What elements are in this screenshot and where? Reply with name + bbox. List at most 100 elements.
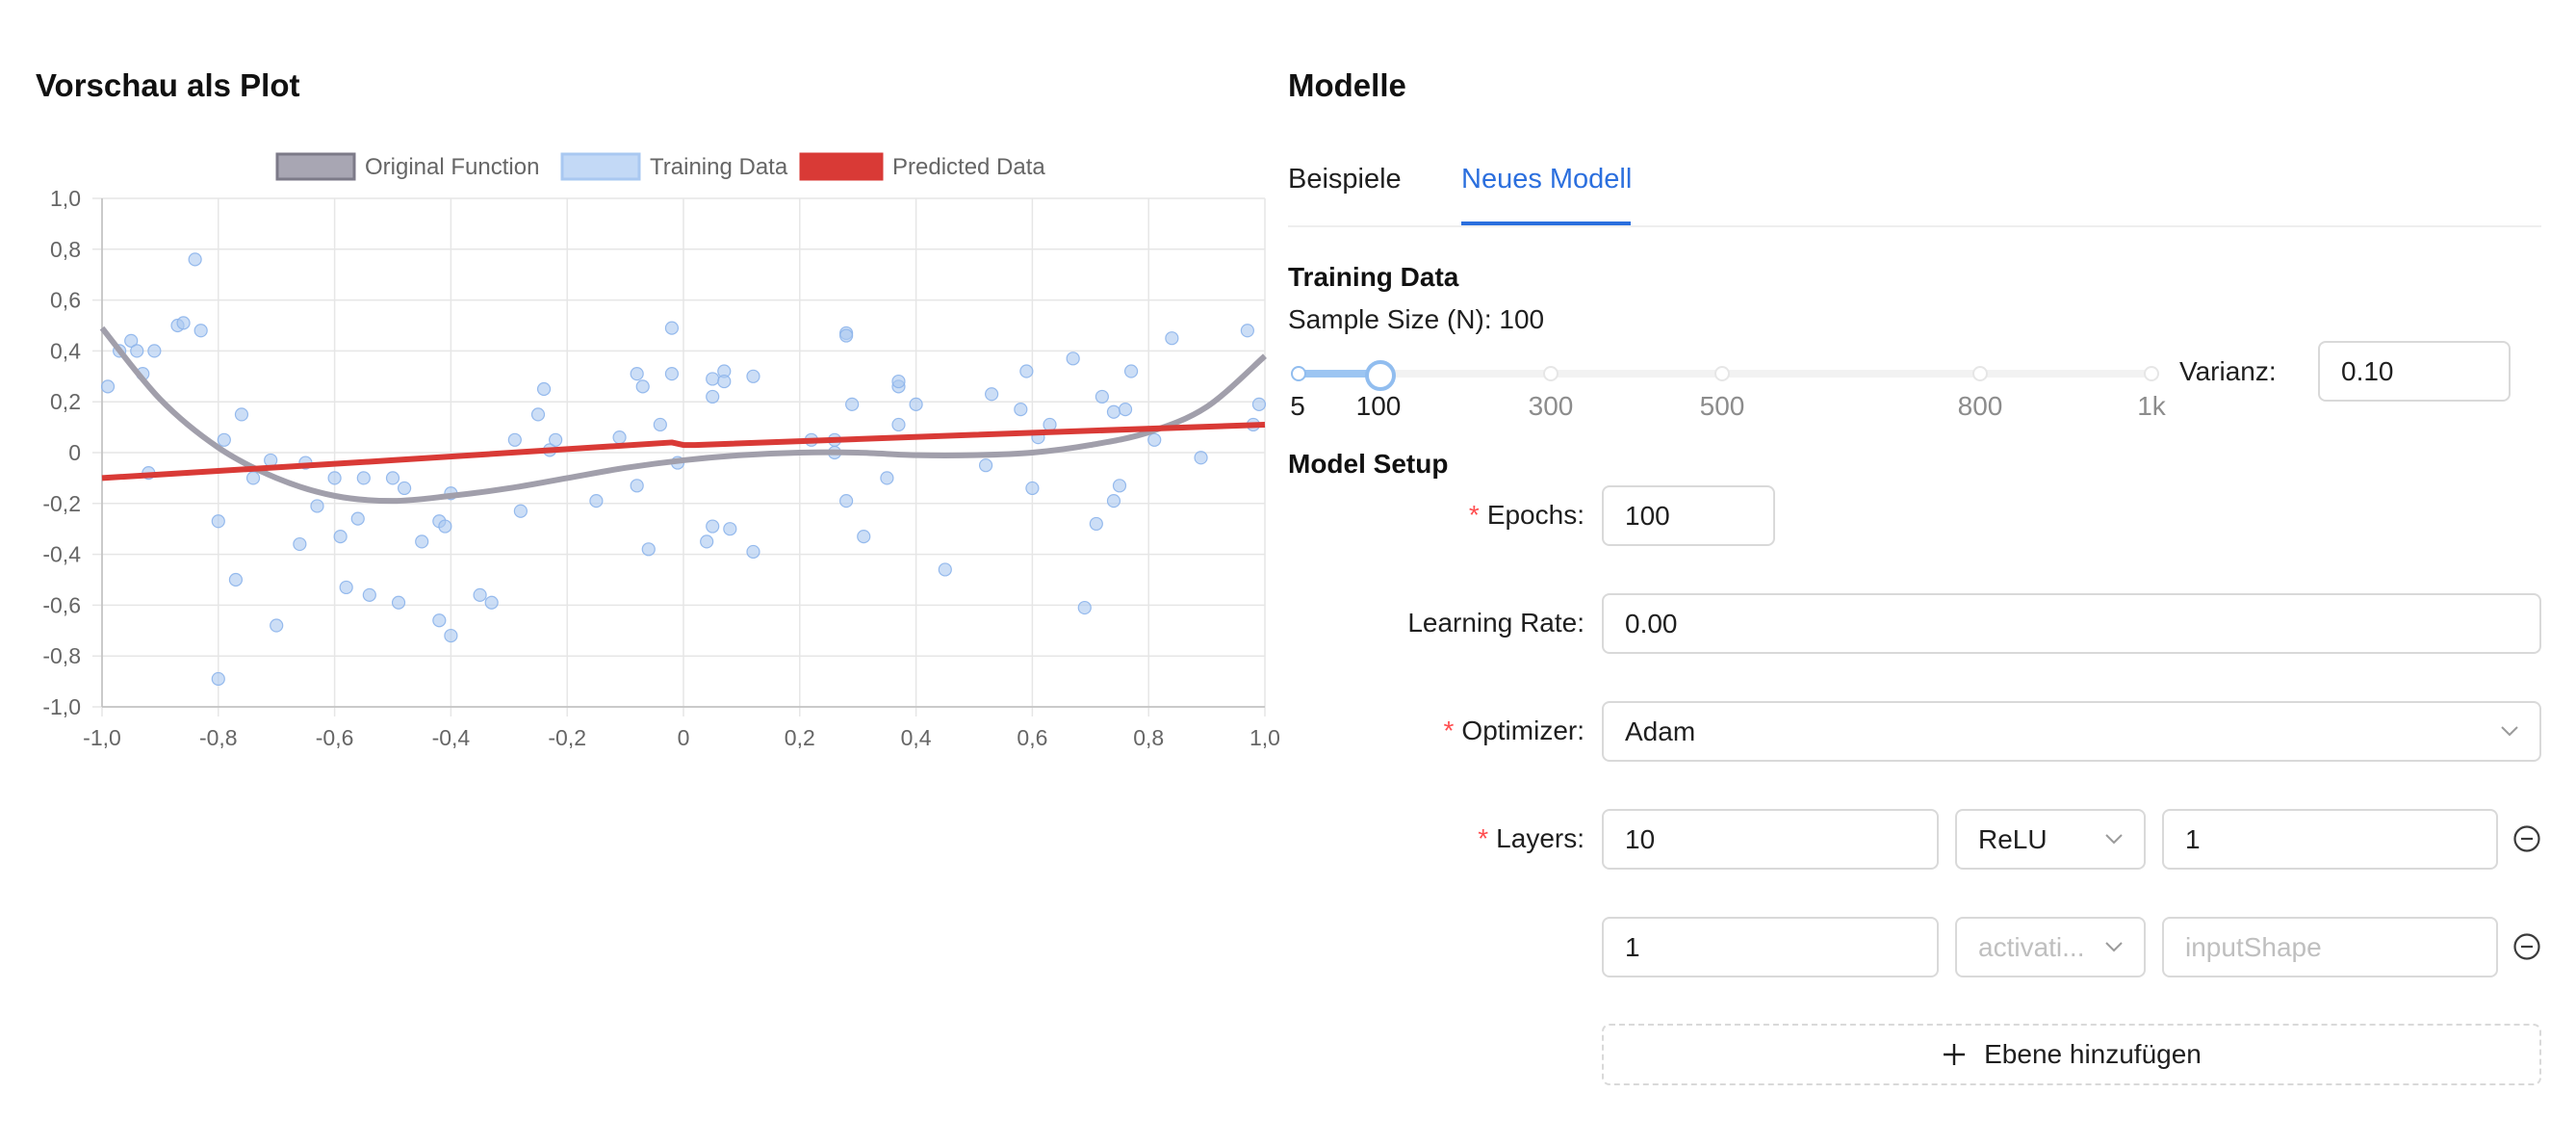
layers-label: * Layers: <box>1478 823 1584 853</box>
varianz-input[interactable] <box>2318 341 2511 402</box>
slider-mark-1k[interactable]: 1k <box>2137 391 2166 422</box>
slider-mark-300[interactable]: 300 <box>1529 391 1574 422</box>
add-layer-label: Ebene hinzufügen <box>1984 1039 2202 1069</box>
training-data-point <box>310 499 324 513</box>
slider-mark-500[interactable]: 500 <box>1700 391 1745 422</box>
model-setup-heading: Model Setup <box>1288 449 1449 479</box>
training-data-point <box>664 367 680 381</box>
slider-dot-800[interactable] <box>1972 366 1988 381</box>
training-data-point <box>653 417 667 432</box>
training-data-point <box>1095 389 1109 404</box>
models-title: Modelle <box>1288 67 1406 103</box>
x-tick-label: -0,4 <box>432 725 471 750</box>
minus-circle-icon[interactable] <box>2512 824 2541 853</box>
legend-label-2: Training Data <box>650 154 788 180</box>
training-data-point <box>473 587 487 602</box>
training-data-point <box>746 369 760 383</box>
slider-mark-5[interactable]: 5 <box>1290 391 1305 422</box>
varianz-label: Varianz: <box>2179 356 2277 386</box>
training-data-point <box>630 479 644 493</box>
layer-1-units-input[interactable] <box>1602 809 1939 870</box>
y-tick-label: -0,2 <box>42 491 81 516</box>
training-data-point <box>444 628 458 643</box>
plot-title: Vorschau als Plot <box>36 67 300 103</box>
training-data-point <box>217 432 231 447</box>
training-data-point <box>1147 432 1162 447</box>
slider-dot-300[interactable] <box>1543 366 1558 381</box>
training-data-point <box>1089 516 1103 532</box>
training-data-point <box>1118 403 1133 417</box>
add-layer-button[interactable]: Ebene hinzufügen <box>1602 1024 2541 1085</box>
optimizer-value: Adam <box>1625 716 1696 746</box>
legend-label-1: Original Function <box>365 154 539 180</box>
training-data-point <box>891 374 906 389</box>
training-data-point <box>211 671 225 687</box>
slider-mark-800[interactable]: 800 <box>1958 391 2003 422</box>
training-data-point <box>635 379 650 394</box>
learning-rate-input[interactable] <box>1602 593 2541 654</box>
plus-icon <box>1944 1044 1966 1065</box>
legend-swatch-2 <box>560 152 641 181</box>
training-data-point <box>630 367 644 381</box>
chevron-down-icon <box>2501 726 2518 737</box>
layer-2-input-shape-input[interactable] <box>2162 917 2498 977</box>
optimizer-select[interactable]: Adam <box>1602 701 2541 762</box>
training-data-point <box>397 481 412 496</box>
training-data-point <box>211 514 225 529</box>
training-data-point <box>664 321 680 335</box>
training-data-point <box>700 534 714 549</box>
legend-label-3: Predicted Data <box>892 154 1045 180</box>
tab-neues-modell[interactable]: Neues Modell <box>1461 164 1632 195</box>
learning-rate-label: Learning Rate: <box>1407 608 1584 638</box>
tab-beispiele[interactable]: Beispiele <box>1288 164 1402 195</box>
training-data-point <box>234 407 249 422</box>
required-marker: * <box>1443 716 1455 745</box>
optimizer-label: * Optimizer: <box>1443 716 1584 745</box>
training-data-point <box>100 379 116 394</box>
minus-circle-icon[interactable] <box>2512 932 2541 961</box>
epochs-label: * Epochs: <box>1468 500 1584 530</box>
y-tick-label: 0,4 <box>50 338 81 363</box>
x-tick-label: -0,2 <box>548 725 586 750</box>
training-data-point <box>385 471 400 485</box>
training-data-point <box>706 389 720 404</box>
epochs-input[interactable] <box>1602 485 1775 546</box>
slider-dot-1k[interactable] <box>2144 366 2159 381</box>
x-tick-label: -1,0 <box>83 725 121 750</box>
y-tick-label: 0,8 <box>50 237 81 262</box>
training-data-point <box>1066 352 1080 366</box>
y-tick-label: 0,6 <box>50 288 81 313</box>
training-data-point <box>350 511 365 526</box>
training-data-point <box>1077 600 1092 615</box>
chevron-down-icon <box>2105 834 2123 845</box>
legend-swatch-1 <box>275 152 356 181</box>
sample-size-label: Sample Size (N): 100 <box>1288 304 1545 334</box>
slider-dot-5[interactable] <box>1291 366 1306 381</box>
training-data-point <box>706 519 720 534</box>
training-data-point <box>909 397 923 411</box>
layer-1-input-shape-input[interactable] <box>2162 809 2498 870</box>
y-tick-label: 1,0 <box>50 186 81 211</box>
slider-dot-500[interactable] <box>1714 366 1730 381</box>
training-data-point <box>589 494 604 508</box>
training-data-point <box>356 471 371 485</box>
training-data-point <box>1043 417 1057 432</box>
layer-2-units-input[interactable] <box>1602 917 1939 977</box>
layer-1-activation-select[interactable]: ReLU <box>1955 809 2146 870</box>
training-data-point <box>536 381 552 397</box>
training-data-point <box>438 519 452 534</box>
preview-chart: -1,0 -0,8 -0,6 -0,4 -0,2 0 0,2 0,4 0,6 0,8 1,01,00… <box>42 152 1280 750</box>
x-tick-label: 0,8 <box>1133 725 1164 750</box>
training-data-point <box>415 534 429 549</box>
slider-mark-100[interactable]: 100 <box>1356 391 1402 422</box>
x-tick-label: 0,4 <box>901 725 932 750</box>
model-tabs: Beispiele Neues Modell <box>1288 154 2541 227</box>
training-data-point <box>641 542 656 557</box>
training-data-point <box>549 432 563 447</box>
training-data-point <box>857 530 871 544</box>
layer-2-activation-select[interactable]: activati... <box>1955 917 2146 977</box>
training-data-heading: Training Data <box>1288 262 1459 292</box>
training-data-point <box>293 536 307 552</box>
sample-size-slider-handle[interactable] <box>1365 360 1396 391</box>
training-data-point <box>327 471 342 485</box>
